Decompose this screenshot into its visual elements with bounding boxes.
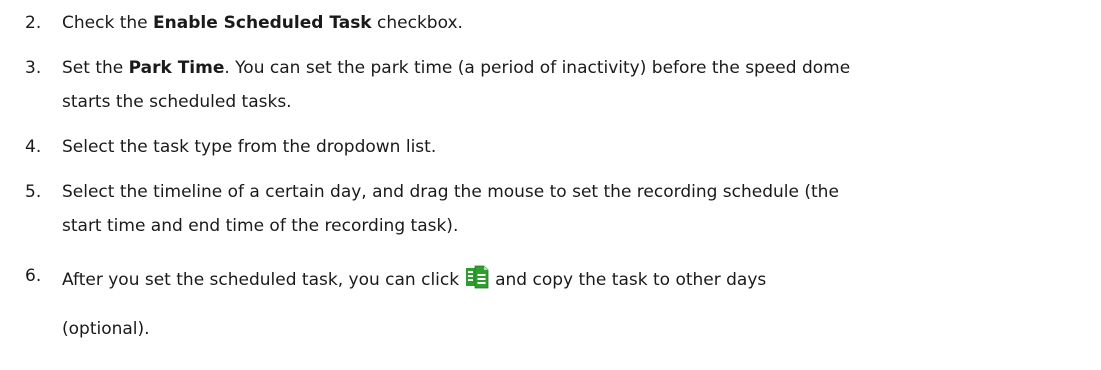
step-text-plain: . You can set the park time (a period of…	[224, 58, 851, 78]
step-number: 3.	[25, 58, 42, 78]
step-text-bold: Park Time	[128, 58, 225, 78]
step-text-plain: After you set the scheduled task, you ca…	[62, 270, 460, 290]
step-text-plain: checkbox.	[371, 13, 463, 33]
step-number: 2.	[25, 13, 42, 33]
step-text-plain: Check the	[62, 13, 154, 33]
step-text-plain: Set the	[62, 58, 129, 78]
step-text-continuation: (optional).	[62, 319, 150, 339]
step-number: 5.	[25, 182, 42, 202]
step-number: 6.	[25, 266, 42, 286]
step-text: Check the Enable Scheduled Task checkbox…	[62, 12, 463, 34]
step-text-plain: and copy the task to other days	[495, 270, 767, 290]
step-text-continuation: starts the scheduled tasks.	[62, 92, 292, 112]
step-text-bold: Enable Scheduled Task	[153, 13, 372, 33]
step-number: 4.	[25, 137, 42, 157]
instruction-document: 2. Check the Enable Scheduled Task check…	[0, 0, 1101, 370]
step-text: Select the task type from the dropdown l…	[62, 137, 437, 157]
copy-icon	[465, 265, 489, 289]
step-text: Set the Park Time. You can set the park …	[62, 57, 850, 79]
step-text: After you set the scheduled task, you ca…	[62, 265, 766, 291]
step-text: Select the timeline of a certain day, an…	[62, 182, 839, 202]
step-text-continuation: start time and end time of the recording…	[62, 216, 459, 236]
